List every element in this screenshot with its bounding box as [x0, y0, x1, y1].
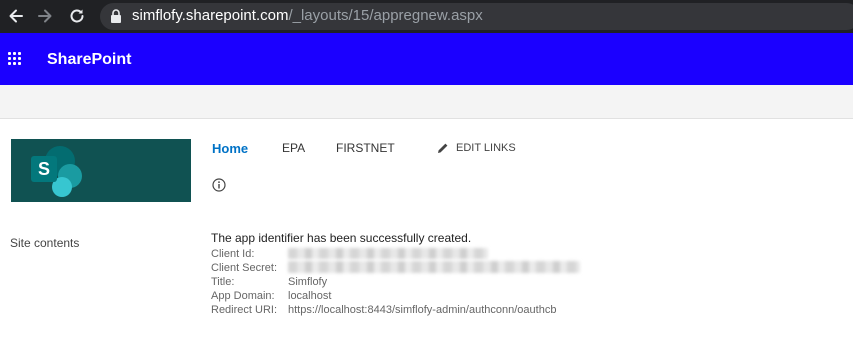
client-id-value-redacted [288, 248, 488, 259]
edit-links-label: EDIT LINKS [456, 142, 516, 154]
app-domain-label: App Domain: [211, 290, 275, 302]
sharepoint-logo-icon: S [31, 146, 82, 197]
success-message: The app identifier has been successfully… [211, 231, 472, 245]
info-icon[interactable] [212, 178, 226, 192]
redirect-uri-label: Redirect URI: [211, 304, 278, 316]
suite-title[interactable]: SharePoint [47, 50, 131, 69]
client-secret-label: Client Secret: [211, 262, 278, 274]
reload-icon[interactable] [67, 6, 87, 26]
nav-item-firstnet[interactable]: FIRSTNET [336, 141, 395, 156]
redirect-uri-value: https://localhost:8443/simflofy-admin/au… [288, 304, 557, 316]
nav-item-home[interactable]: Home [212, 141, 248, 156]
address-bar-url[interactable]: simflofy.sharepoint.com/_layouts/15/appr… [132, 7, 483, 25]
site-logo[interactable]: S [11, 139, 191, 202]
lock-icon [111, 9, 121, 23]
suite-bar: SharePoint [0, 33, 853, 85]
url-path: /_layouts/15/appregnew.aspx [288, 7, 483, 24]
pencil-icon [438, 143, 448, 153]
svg-text:S: S [38, 159, 50, 179]
client-id-label: Client Id: [211, 248, 255, 260]
waffle-icon[interactable] [8, 52, 22, 66]
title-value: Simflofy [288, 276, 328, 288]
left-nav-site-contents[interactable]: Site contents [10, 236, 79, 251]
nav-item-epa[interactable]: EPA [282, 141, 305, 156]
url-host: simflofy.sharepoint.com [132, 7, 289, 24]
back-arrow-icon[interactable] [6, 6, 26, 26]
forward-arrow-icon[interactable] [35, 6, 55, 26]
client-secret-value-redacted [288, 261, 580, 273]
title-label: Title: [211, 276, 235, 288]
app-domain-value: localhost [288, 290, 332, 302]
ribbon-band [0, 85, 853, 119]
browser-toolbar: simflofy.sharepoint.com/_layouts/15/appr… [0, 0, 853, 33]
